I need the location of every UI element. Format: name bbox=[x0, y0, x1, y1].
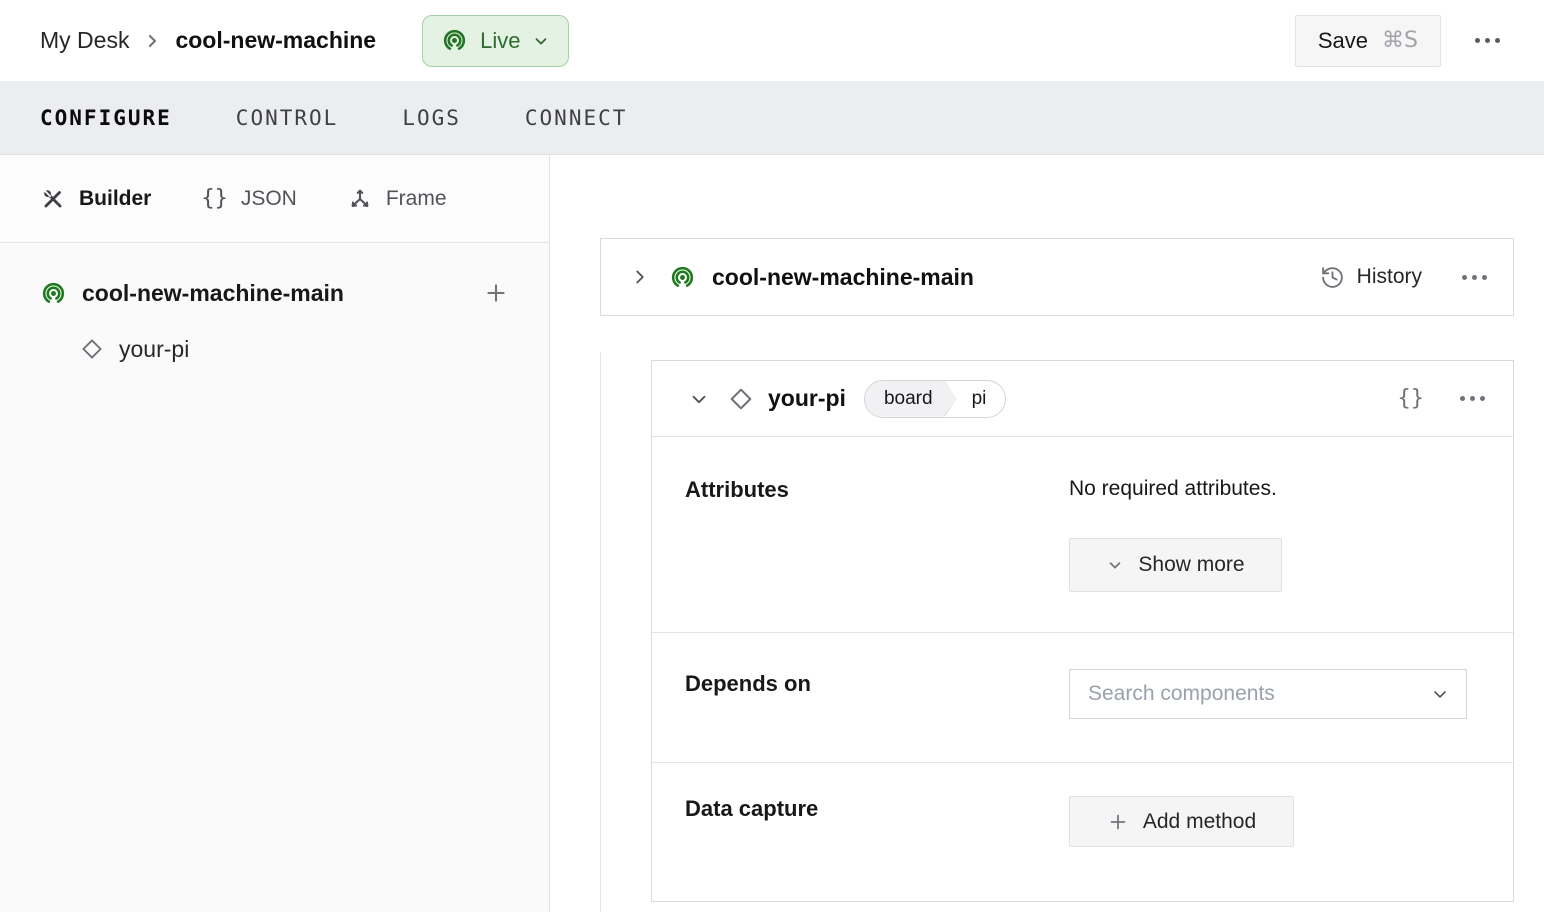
chevron-down-icon bbox=[532, 32, 550, 50]
search-components-input[interactable] bbox=[1088, 682, 1430, 706]
breadcrumb: My Desk cool-new-machine bbox=[40, 27, 376, 54]
component-model: pi bbox=[971, 387, 987, 409]
diamond-component-icon bbox=[80, 337, 104, 361]
braces-icon: {} bbox=[201, 186, 228, 211]
history-button[interactable]: History bbox=[1320, 265, 1422, 290]
config-sidebar: Builder {} JSON Frame cool-new-machine-m… bbox=[0, 155, 550, 912]
part-more-options-icon[interactable] bbox=[1462, 274, 1487, 280]
tools-icon bbox=[40, 186, 66, 212]
attributes-empty-text: No required attributes. bbox=[1069, 477, 1277, 500]
save-button[interactable]: Save ⌘S bbox=[1294, 14, 1441, 67]
card-connector-rail bbox=[600, 352, 601, 912]
attributes-value: No required attributes. Show more bbox=[1069, 477, 1282, 592]
component-type-badge: board pi bbox=[863, 379, 1007, 418]
view-json-braces-icon[interactable]: {} bbox=[1398, 386, 1425, 411]
chevron-down-icon[interactable] bbox=[1430, 684, 1450, 704]
config-mode-switcher: Builder {} JSON Frame bbox=[0, 155, 549, 243]
attributes-label: Attributes bbox=[685, 477, 789, 502]
add-method-button[interactable]: Add method bbox=[1069, 796, 1294, 847]
machine-config-page: My Desk cool-new-machine Live Save ⌘S CO… bbox=[0, 0, 1544, 912]
component-type: board bbox=[865, 381, 957, 417]
save-label: Save bbox=[1317, 27, 1369, 53]
tree-item-component[interactable]: your-pi bbox=[40, 329, 509, 369]
top-bar-actions: Save ⌘S bbox=[1294, 14, 1500, 67]
component-more-options-icon[interactable] bbox=[1460, 396, 1485, 401]
part-card: cool-new-machine-main History bbox=[600, 238, 1514, 316]
tree-item-main-part[interactable]: cool-new-machine-main bbox=[40, 273, 509, 313]
part-card-actions: History bbox=[1320, 265, 1487, 290]
component-title: your-pi bbox=[768, 385, 846, 411]
tree-component-name: your-pi bbox=[119, 335, 190, 362]
add-component-icon[interactable] bbox=[483, 280, 509, 306]
machine-part-tree: cool-new-machine-main your-pi bbox=[0, 243, 549, 369]
mode-json[interactable]: {} JSON bbox=[201, 186, 297, 211]
show-more-button[interactable]: Show more bbox=[1069, 538, 1282, 592]
show-more-label: Show more bbox=[1138, 553, 1245, 576]
history-label: History bbox=[1356, 265, 1422, 288]
breadcrumb-parent-link[interactable]: My Desk bbox=[40, 27, 129, 54]
history-clock-icon bbox=[1320, 265, 1345, 290]
diamond-component-icon bbox=[728, 386, 754, 412]
depends-on-section: Depends on bbox=[652, 633, 1513, 763]
tab-control[interactable]: CONTROL bbox=[236, 106, 339, 130]
chevron-down-icon bbox=[1106, 556, 1124, 574]
tree-part-name: cool-new-machine-main bbox=[82, 279, 344, 306]
depends-on-select bbox=[1069, 669, 1467, 719]
main-nav-tabs: CONFIGURE CONTROL LOGS CONNECT bbox=[0, 81, 1544, 155]
part-card-title: cool-new-machine-main bbox=[712, 263, 974, 290]
add-method-label: Add method bbox=[1142, 809, 1257, 833]
collapse-chevron-down-icon[interactable] bbox=[688, 388, 710, 410]
data-capture-section: Data capture Add method bbox=[652, 763, 1513, 901]
chevron-right-icon bbox=[142, 31, 162, 51]
tab-logs[interactable]: LOGS bbox=[402, 106, 461, 130]
component-card-header: your-pi board pi {} bbox=[652, 361, 1513, 437]
axes-icon bbox=[347, 186, 373, 212]
plus-icon bbox=[1107, 811, 1129, 833]
mode-frame-label: Frame bbox=[385, 186, 447, 210]
expand-chevron-right-icon[interactable] bbox=[629, 266, 651, 288]
mode-builder[interactable]: Builder bbox=[40, 186, 151, 212]
broadcast-live-icon bbox=[40, 280, 67, 307]
mode-json-label: JSON bbox=[240, 186, 297, 210]
data-capture-label: Data capture bbox=[685, 796, 819, 821]
broadcast-live-icon bbox=[669, 264, 696, 291]
tab-connect[interactable]: CONNECT bbox=[525, 106, 628, 130]
mode-frame[interactable]: Frame bbox=[347, 186, 447, 212]
attributes-section: Attributes No required attributes. Show … bbox=[652, 437, 1513, 633]
machine-name: cool-new-machine bbox=[175, 27, 377, 53]
save-shortcut: ⌘S bbox=[1382, 28, 1418, 53]
top-bar: My Desk cool-new-machine Live Save ⌘S bbox=[0, 0, 1544, 81]
status-label: Live bbox=[480, 27, 521, 53]
depends-on-label: Depends on bbox=[685, 671, 811, 696]
broadcast-live-icon bbox=[441, 27, 468, 54]
component-card-actions: {} bbox=[1398, 386, 1485, 411]
mode-builder-label: Builder bbox=[79, 186, 152, 210]
tab-configure[interactable]: CONFIGURE bbox=[40, 106, 172, 130]
more-options-icon[interactable] bbox=[1475, 38, 1500, 43]
component-card: your-pi board pi {} Attributes No requir… bbox=[651, 360, 1514, 902]
machine-status-dropdown[interactable]: Live bbox=[422, 14, 570, 67]
